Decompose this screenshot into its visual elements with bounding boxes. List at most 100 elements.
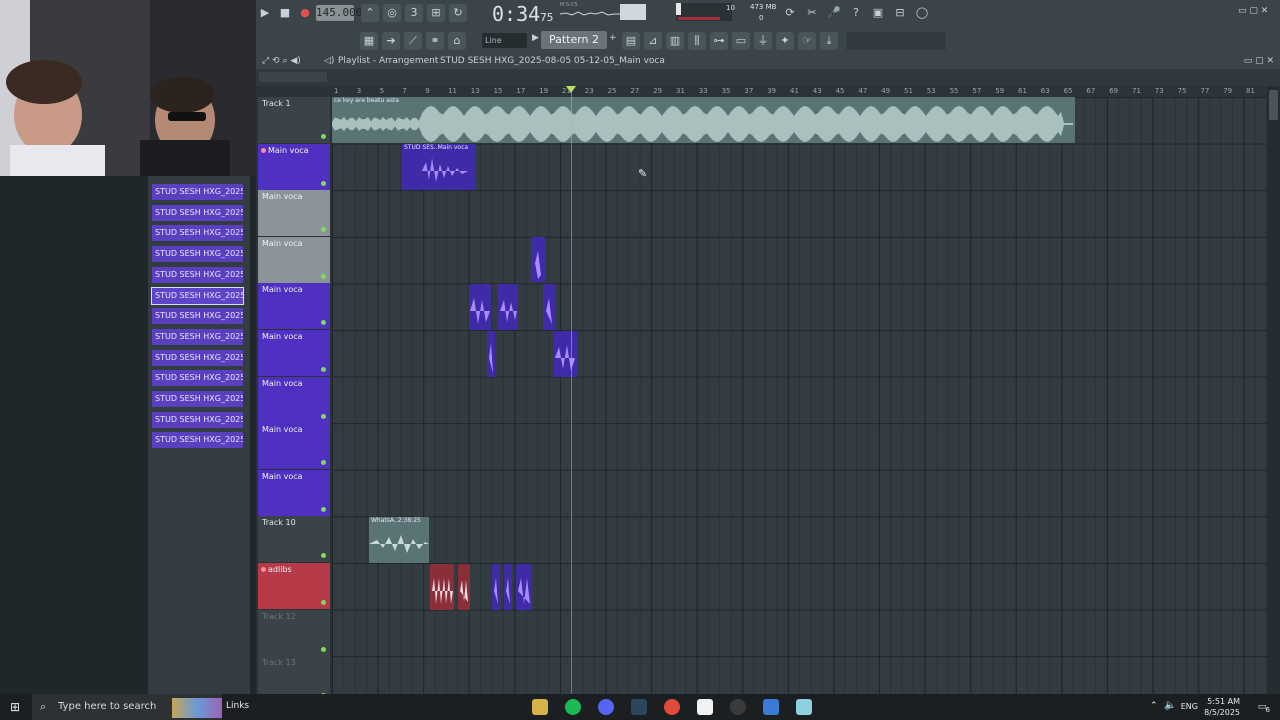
time-ruler[interactable]: 1 3 5 7 9 11 13 15 17 19 21 23 25 27 29 31 33 35 37 39 41 43 4… — [332, 86, 1267, 97]
loop-record-icon[interactable]: ↻ — [449, 4, 467, 22]
discord-icon[interactable] — [598, 699, 614, 715]
audio-clip[interactable] — [487, 331, 495, 377]
audio-clip[interactable]: WhatsA..2:38:25 — [369, 517, 429, 563]
arrangement-grid[interactable]: ce key are beatu asta STUD SES..Main voc… — [332, 97, 1267, 694]
arrow-icon[interactable]: ➔ — [382, 32, 400, 50]
audio-clip[interactable] — [553, 331, 577, 377]
spotify-icon[interactable] — [565, 699, 581, 715]
browser-item[interactable]: STUD SESH HXG_2025-08... — [152, 308, 243, 325]
metronome-icon[interactable]: ⌃ — [361, 4, 379, 22]
refresh-icon[interactable]: ⟳ — [781, 4, 799, 22]
audio-clip[interactable] — [543, 284, 555, 330]
browser-item[interactable]: STUD SESH HXG_2025-08... — [152, 184, 243, 200]
chrome-icon[interactable] — [664, 699, 680, 715]
stop-button[interactable]: ■ — [276, 4, 294, 22]
record-button[interactable]: ● — [296, 4, 314, 22]
playlist-window-controls[interactable]: ▭ ▢ ✕ — [1244, 56, 1274, 66]
track-mute-led[interactable] — [321, 134, 326, 139]
track-mute-led[interactable] — [321, 646, 326, 652]
zoom-icon[interactable] — [763, 699, 779, 715]
browser-icon[interactable]: ⊶ — [710, 32, 728, 50]
track-header[interactable]: Main voca — [258, 143, 330, 191]
track-mute-led[interactable] — [321, 600, 326, 605]
track-header[interactable]: Main voca — [258, 376, 330, 424]
vertical-scrollbar[interactable] — [1267, 86, 1280, 694]
track-header[interactable]: Track 10 — [258, 516, 330, 564]
links-toolbar[interactable]: Links — [226, 701, 249, 711]
file-explorer-icon[interactable] — [532, 699, 548, 715]
browser-item[interactable]: STUD SESH HXG_2025-08... — [152, 204, 243, 221]
browser-item[interactable]: STUD SESH HXG_2025-08... — [152, 432, 243, 449]
widget-books-icon[interactable] — [172, 698, 222, 718]
wait-icon[interactable]: ◎ — [383, 4, 401, 22]
browser-item[interactable]: STUD SESH HXG_2025-08... — [152, 266, 243, 283]
audio-clip[interactable] — [531, 237, 545, 282]
audio-clip[interactable] — [430, 564, 454, 610]
touch-icon[interactable]: ☞ — [798, 32, 816, 50]
track-header[interactable]: Main voca — [258, 236, 330, 284]
steam-icon[interactable] — [631, 699, 647, 715]
track-mute-led[interactable] — [321, 367, 326, 372]
clipboard-icon[interactable]: ▭ — [732, 32, 750, 50]
pattern-select[interactable]: Pattern 2 — [541, 31, 607, 49]
track-mute-led[interactable] — [321, 320, 326, 326]
snap-select[interactable]: Line — [482, 33, 527, 48]
download-icon[interactable]: ⤓ — [820, 32, 838, 50]
track-mute-led[interactable] — [321, 227, 326, 233]
track-header[interactable]: Main voca — [258, 283, 330, 331]
help-icon[interactable]: ? — [847, 4, 865, 22]
audio-clip[interactable] — [492, 564, 500, 610]
stamp-icon[interactable]: ⌂ — [448, 32, 466, 50]
link-icon[interactable]: ⚭ — [426, 32, 444, 50]
window-controls[interactable]: ▭ ▢ ✕ — [1238, 6, 1268, 16]
windows-start-icon[interactable]: ⊞ — [10, 700, 20, 714]
mic-icon[interactable]: 🎤 — [825, 4, 843, 22]
audio-clip[interactable] — [516, 564, 532, 610]
language-indicator[interactable]: ENG — [1181, 702, 1198, 711]
channel-rack-icon[interactable]: ⊿ — [644, 32, 662, 50]
piano-roll-icon[interactable]: ▥ — [666, 32, 684, 50]
audio-clip[interactable] — [458, 564, 470, 610]
audio-clip[interactable] — [469, 284, 491, 330]
track-mute-led[interactable] — [321, 506, 326, 512]
tools-icon[interactable]: ✂ — [803, 4, 821, 22]
track-header[interactable]: Track 12 — [258, 609, 330, 657]
pattern-prev-icon[interactable]: ▶ — [532, 33, 539, 43]
playlist-icon[interactable]: ▤ — [622, 32, 640, 50]
track-header[interactable]: Main voca — [258, 330, 330, 377]
taskbar-clock[interactable]: 5:51 AM 8/5/2025 — [1204, 696, 1240, 718]
play-button[interactable]: ▶ — [256, 4, 274, 22]
track-mute-led[interactable] — [321, 553, 326, 559]
browser-item[interactable]: STUD SESH HXG_2025-08... — [152, 225, 243, 242]
playlist-nav-icon[interactable]: ◁) — [324, 56, 334, 66]
audio-clip[interactable] — [504, 564, 512, 610]
save-icon[interactable]: ▣ — [869, 4, 887, 22]
plug-icon[interactable]: ⏚ — [754, 32, 772, 50]
tempo-display[interactable]: 145.000 — [316, 5, 362, 21]
playlist-tools-icons[interactable]: ⤢ ⟲ ⌕ ◀) — [262, 56, 301, 66]
track-mute-led[interactable] — [321, 273, 326, 279]
step-edit-icon[interactable]: ⊞ — [427, 4, 445, 22]
track-mute-led[interactable] — [321, 460, 326, 466]
plugin-icon[interactable]: ⊟ — [891, 4, 909, 22]
audio-clip[interactable]: STUD SES..Main voca — [402, 144, 476, 190]
browser-item[interactable]: STUD SESH HXG_2025-08... — [151, 286, 244, 305]
track-header[interactable]: Main voca — [258, 190, 330, 238]
track-header[interactable]: Main voca — [258, 469, 330, 517]
track-mute-led[interactable] — [321, 413, 326, 419]
track-header[interactable]: adlibs — [258, 563, 330, 610]
playhead-marker-icon[interactable] — [566, 86, 576, 93]
browser-item[interactable]: STUD SESH HXG_2025-08... — [152, 328, 243, 345]
browser-item[interactable]: STUD SESH HXG_2025-08... — [152, 246, 243, 263]
audio-clip[interactable]: ce key are beatu asta — [332, 97, 1075, 143]
browser-item[interactable]: STUD SESH HXG_2025-08... — [152, 391, 243, 407]
wand-icon[interactable]: ✦ — [776, 32, 794, 50]
record-arm-icon[interactable] — [261, 567, 266, 572]
volume-icon[interactable]: 🔈 — [1164, 700, 1176, 711]
browser-item[interactable]: STUD SESH HXG_2025-08... — [152, 370, 243, 387]
app-icon[interactable] — [796, 699, 812, 715]
fl-studio-icon[interactable] — [730, 699, 746, 715]
track-header[interactable]: Track 1 — [258, 97, 330, 144]
track-zoom-bar[interactable] — [259, 72, 327, 82]
mixer-icon[interactable]: ⫼ — [688, 32, 706, 50]
